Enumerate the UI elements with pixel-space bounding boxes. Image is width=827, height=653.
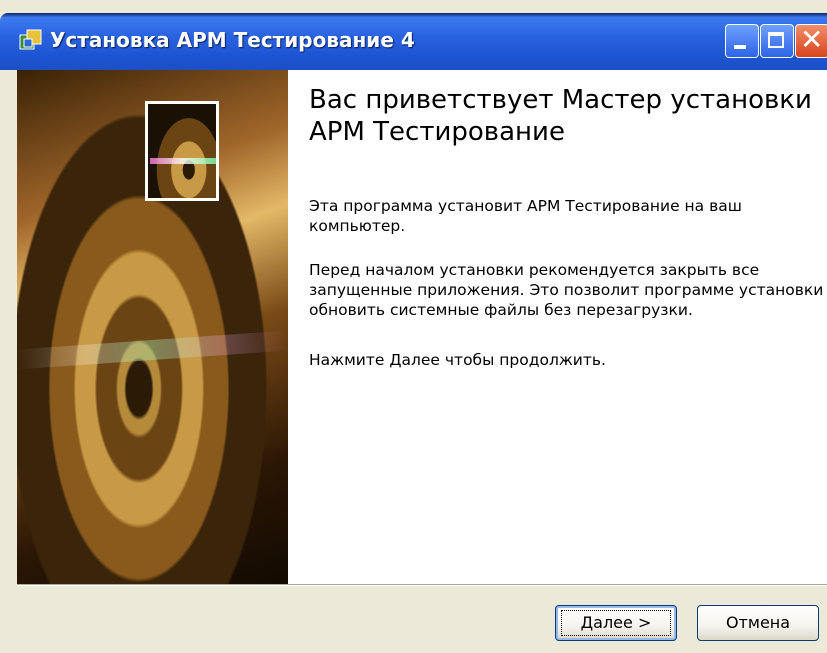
disc-shine [17,330,288,370]
wizard-content: Вас приветствует Мастер установки АРМ Те… [288,70,827,584]
button-bar-separator [17,584,827,586]
intro-text: Эта программа установит АРМ Тестирование… [309,197,742,235]
installer-window: Установка АРМ Тестирование 4 ✕ Вас приве… [0,0,827,653]
window-title: Установка АРМ Тестирование 4 [50,28,415,52]
close-apps-text: Перед началом установки рекомендуется за… [309,261,824,319]
title-bar[interactable]: Установка АРМ Тестирование 4 ✕ [0,13,827,70]
installer-icon [19,29,42,50]
wizard-thumbnail-image [145,101,219,201]
welcome-heading: Вас приветствует Мастер установки АРМ Те… [309,85,812,147]
close-icon[interactable]: ✕ [795,23,827,58]
cancel-button[interactable]: Отмена [697,605,819,641]
minimize-icon[interactable] [725,24,759,58]
next-button[interactable]: Далее > [555,605,677,641]
wizard-banner-image [17,70,288,584]
next-button-label: Далее > [580,613,652,632]
maximize-icon[interactable] [760,24,794,58]
continue-prompt-text: Нажмите Далее чтобы продолжить. [309,351,606,369]
